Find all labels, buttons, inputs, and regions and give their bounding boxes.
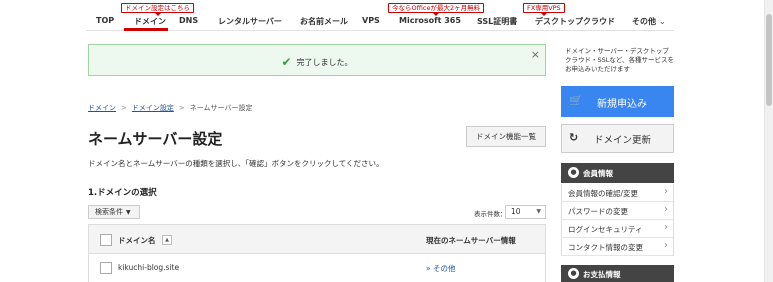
per-page-select[interactable]: 10 ▼ bbox=[505, 205, 546, 219]
page-description: ドメイン名とネームサーバーの種類を選択し、「確認」ボタンをクリックしてください。 bbox=[88, 159, 384, 168]
select-all-checkbox[interactable] bbox=[100, 234, 112, 246]
breadcrumb-separator: > bbox=[178, 104, 185, 112]
nav-item-other-label: その他 bbox=[632, 17, 656, 26]
chevron-down-icon: ⌄ bbox=[659, 17, 666, 26]
domain-functions-button[interactable]: ドメイン機能一覧 bbox=[466, 126, 546, 147]
nav-item-ssl[interactable]: SSL証明書 bbox=[477, 16, 517, 27]
active-nav-indicator bbox=[124, 28, 168, 31]
promo-tag-microsoft: 今ならOfficeが最大2ヶ月無料 bbox=[388, 3, 485, 16]
payment-info-title: お支払情報 bbox=[583, 270, 621, 279]
chevron-right-icon: › bbox=[664, 222, 668, 233]
member-item-label: ログインセキュリティ bbox=[568, 225, 643, 234]
table-header: ドメイン名 ▲ 現在のネームサーバー情報 bbox=[89, 225, 545, 254]
nav-item-domain[interactable]: ドメイン bbox=[134, 16, 166, 27]
chevron-right-icon: › bbox=[664, 204, 668, 215]
promo-tag-domain: ドメイン設定はこちら bbox=[121, 3, 194, 16]
nav-item-rental-server[interactable]: レンタルサーバー bbox=[218, 16, 282, 27]
payment-info-header: ● お支払情報 bbox=[561, 265, 674, 282]
member-info-header: ● 会員情報 bbox=[561, 163, 674, 183]
sort-button[interactable]: ▲ bbox=[162, 235, 172, 245]
page-title: ネームサーバー設定 bbox=[88, 130, 223, 148]
member-item-contact[interactable]: コンタクト情報の変更 › bbox=[562, 238, 673, 256]
member-item-label: パスワードの変更 bbox=[568, 207, 628, 216]
member-item-label: 会員情報の確認/変更 bbox=[568, 189, 639, 198]
domain-renew-button[interactable]: ↻ ドメイン更新 bbox=[561, 124, 674, 153]
new-application-button[interactable]: 🛒 新規申込み bbox=[561, 86, 674, 117]
member-item-password[interactable]: パスワードの変更 › bbox=[562, 202, 673, 220]
refresh-icon: ↻ bbox=[569, 131, 579, 144]
page-scrollbar[interactable] bbox=[764, 0, 773, 282]
per-page-value: 10 bbox=[511, 207, 521, 216]
success-banner: ✔ 完了しました。 × bbox=[88, 44, 546, 76]
search-condition-label: 検索条件 bbox=[95, 208, 123, 216]
breadcrumb-domain[interactable]: ドメイン bbox=[88, 104, 116, 112]
scrollbar-thumb[interactable] bbox=[766, 14, 772, 106]
table-row: kikuchi-blog.site » その他 bbox=[89, 254, 545, 282]
nav-item-dns[interactable]: DNS bbox=[179, 16, 198, 25]
breadcrumb: ドメイン > ドメイン設定 > ネームサーバー設定 bbox=[88, 103, 252, 113]
sidebar-note: ドメイン・サーバー・デスクトップクラウド・SSLなど、各種サービスをお申込みいた… bbox=[565, 47, 675, 73]
caret-down-icon: ▼ bbox=[536, 208, 541, 215]
wallet-icon: ● bbox=[568, 268, 579, 279]
member-info-title: 会員情報 bbox=[583, 169, 613, 178]
new-application-label: 新規申込み bbox=[597, 99, 647, 110]
row-checkbox[interactable] bbox=[100, 262, 112, 274]
per-page-label: 表示件数： bbox=[474, 210, 507, 218]
search-condition-button[interactable]: 検索条件 ▼ bbox=[88, 205, 140, 219]
column-header-nameserver: 現在のネームサーバー情報 bbox=[426, 236, 516, 245]
member-item-login-security[interactable]: ログインセキュリティ › bbox=[562, 220, 673, 238]
domain-name: kikuchi-blog.site bbox=[118, 263, 180, 272]
close-icon[interactable]: × bbox=[531, 48, 540, 61]
nav-item-onamae-mail[interactable]: お名前メール bbox=[300, 16, 348, 27]
user-icon: ● bbox=[568, 167, 579, 178]
chevron-right-icon: › bbox=[664, 186, 668, 197]
domain-table: ドメイン名 ▲ 現在のネームサーバー情報 kikuchi-blog.site »… bbox=[88, 224, 546, 282]
member-item-profile[interactable]: 会員情報の確認/変更 › bbox=[562, 184, 673, 202]
nameserver-other-link[interactable]: » その他 bbox=[426, 263, 455, 274]
member-info-list: 会員情報の確認/変更 › パスワードの変更 › ログインセキュリティ › コンタクト情… bbox=[561, 184, 674, 256]
nav-item-desktop-cloud[interactable]: デスクトップクラウド bbox=[535, 16, 615, 27]
check-icon: ✔ bbox=[281, 55, 292, 69]
promo-tag-fx-vps: FX専用VPS bbox=[523, 3, 565, 16]
caret-down-icon: ▼ bbox=[126, 209, 131, 216]
nav-item-top[interactable]: TOP bbox=[96, 16, 114, 25]
success-message: 完了しました。 bbox=[296, 58, 353, 67]
nav-item-microsoft-365[interactable]: Microsoft 365 bbox=[399, 16, 461, 25]
column-header-domain: ドメイン名 bbox=[118, 236, 156, 245]
nav-item-other[interactable]: その他 ⌄ bbox=[632, 16, 666, 27]
domain-renew-label: ドメイン更新 bbox=[594, 135, 652, 146]
breadcrumb-separator: > bbox=[121, 104, 127, 112]
breadcrumb-current: ネームサーバー設定 bbox=[189, 104, 253, 112]
member-item-label: コンタクト情報の変更 bbox=[568, 243, 643, 252]
section-title: 1.ドメインの選択 bbox=[88, 188, 157, 198]
nav-item-vps[interactable]: VPS bbox=[362, 16, 380, 25]
chevron-right-icon: › bbox=[664, 240, 668, 251]
breadcrumb-domain-settings[interactable]: ドメイン設定 bbox=[132, 104, 174, 112]
cart-icon: 🛒 bbox=[569, 94, 583, 107]
